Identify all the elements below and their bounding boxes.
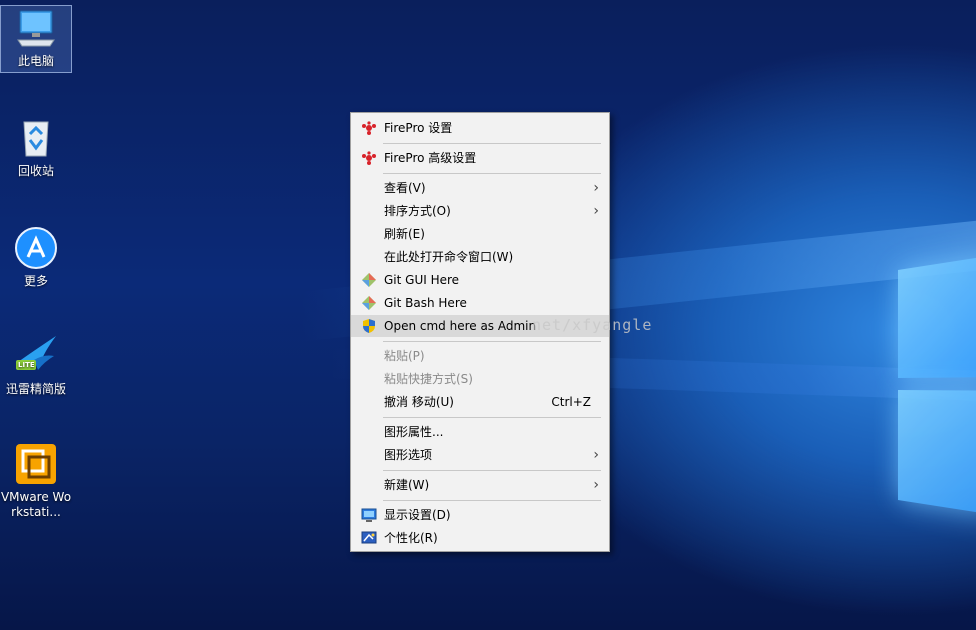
- desktop-icon-more[interactable]: 更多: [0, 226, 72, 289]
- menu-item-label: 撤消 移动(U): [384, 395, 454, 409]
- uac-shield-icon: [361, 318, 377, 334]
- git-icon: [361, 295, 377, 311]
- chevron-right-icon: ›: [593, 447, 599, 463]
- menu-item-open-cmd-here[interactable]: 在此处打开命令窗口(W): [351, 246, 609, 268]
- menu-item-open-cmd-admin[interactable]: Open cmd here as Admin: [351, 315, 609, 337]
- menu-item-firepro-settings[interactable]: FirePro 设置: [351, 117, 609, 139]
- menu-item-new[interactable]: 新建(W) ›: [351, 474, 609, 496]
- computer-icon: [14, 6, 58, 50]
- menu-item-label: Git GUI Here: [384, 273, 460, 287]
- menu-item-label: 粘贴(P): [384, 349, 425, 363]
- desktop-context-menu: FirePro 设置 FirePro 高级设置 查看(V) › 排序方式(O) …: [350, 112, 610, 552]
- menu-item-label: 粘贴快捷方式(S): [384, 372, 473, 386]
- menu-item-git-gui[interactable]: Git GUI Here: [351, 269, 609, 291]
- menu-separator: [383, 341, 601, 342]
- menu-item-paste: 粘贴(P): [351, 345, 609, 367]
- desktop-icon-recycle-bin[interactable]: 回收站: [0, 116, 72, 179]
- menu-item-label: 图形属性...: [384, 425, 444, 439]
- desktop-icon-label: 回收站: [17, 164, 54, 178]
- menu-item-graphics-options[interactable]: 图形选项 ›: [351, 444, 609, 466]
- menu-separator: [383, 470, 601, 471]
- menu-item-sort-by[interactable]: 排序方式(O) ›: [351, 200, 609, 222]
- menu-item-undo-move[interactable]: 撤消 移动(U) Ctrl+Z: [351, 391, 609, 413]
- menu-item-refresh[interactable]: 刷新(E): [351, 223, 609, 245]
- menu-item-label: 个性化(R): [384, 531, 438, 545]
- desktop-icon-this-pc[interactable]: 此电脑: [0, 5, 72, 73]
- menu-item-personalize[interactable]: 个性化(R): [351, 527, 609, 549]
- firepro-icon: [361, 150, 377, 166]
- thunder-bird-icon: LITE: [14, 334, 58, 378]
- menu-item-display-settings[interactable]: 显示设置(D): [351, 504, 609, 526]
- desktop-icon-label: VMware Workstati...: [0, 490, 72, 519]
- menu-item-git-bash[interactable]: Git Bash Here: [351, 292, 609, 314]
- git-icon: [361, 272, 377, 288]
- menu-separator: [383, 143, 601, 144]
- desktop-icon-vmware[interactable]: VMware Workstati...: [0, 442, 72, 520]
- menu-item-label: 查看(V): [384, 181, 426, 195]
- windows-logo-wallpaper: [898, 255, 976, 515]
- vmware-icon: [14, 442, 58, 486]
- menu-item-label: Open cmd here as Admin: [384, 319, 537, 333]
- menu-item-label: 图形选项: [384, 448, 433, 462]
- menu-item-label: FirePro 设置: [384, 121, 453, 135]
- menu-item-firepro-advanced[interactable]: FirePro 高级设置: [351, 147, 609, 169]
- shortcut-text: Ctrl+Z: [551, 395, 591, 409]
- chevron-right-icon: ›: [593, 477, 599, 493]
- firepro-icon: [361, 120, 377, 136]
- menu-item-label: 新建(W): [384, 478, 430, 492]
- recycle-bin-icon: [14, 116, 58, 160]
- menu-item-label: 刷新(E): [384, 227, 425, 241]
- menu-item-label: FirePro 高级设置: [384, 151, 477, 165]
- desktop-icon-label: 此电脑: [17, 54, 54, 68]
- lite-badge: LITE: [18, 361, 35, 369]
- menu-item-graphics-properties[interactable]: 图形属性...: [351, 421, 609, 443]
- personalize-icon: [361, 530, 377, 546]
- menu-item-label: 显示设置(D): [384, 508, 451, 522]
- menu-separator: [383, 173, 601, 174]
- desktop-icon-label: 迅雷精简版: [5, 382, 66, 396]
- menu-separator: [383, 500, 601, 501]
- menu-separator: [383, 417, 601, 418]
- display-icon: [361, 507, 377, 523]
- chevron-right-icon: ›: [593, 203, 599, 219]
- desktop-icon-thunder-lite[interactable]: LITE 迅雷精简版: [0, 334, 72, 397]
- menu-item-view[interactable]: 查看(V) ›: [351, 177, 609, 199]
- menu-item-label: 在此处打开命令窗口(W): [384, 250, 514, 264]
- menu-item-paste-shortcut: 粘贴快捷方式(S): [351, 368, 609, 390]
- menu-item-label: Git Bash Here: [384, 296, 467, 310]
- desktop-icon-label: 更多: [23, 274, 48, 288]
- app-store-icon: [14, 226, 58, 270]
- chevron-right-icon: ›: [593, 180, 599, 196]
- menu-item-label: 排序方式(O): [384, 204, 451, 218]
